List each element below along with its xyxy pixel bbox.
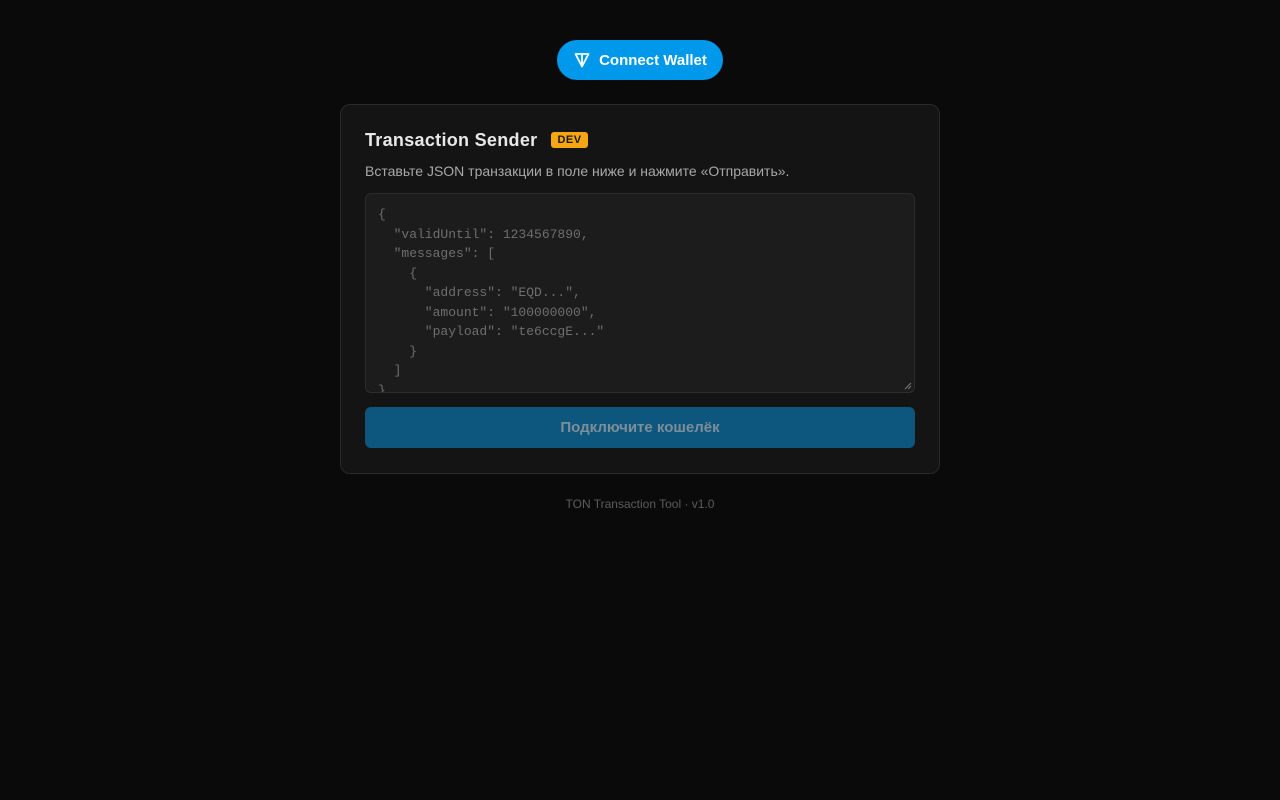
dev-badge: DEV [551,132,588,148]
card-header: Transaction Sender DEV [365,129,915,151]
connect-wallet-label: Connect Wallet [599,51,707,69]
transaction-json-textarea[interactable]: { "validUntil": 1234567890, "messages": … [365,193,915,393]
card-description: Вставьте JSON транзакции в поле ниже и н… [365,163,790,179]
footer-text: TON Transaction Tool · v1.0 [565,497,715,511]
textarea-placeholder: { "validUntil": 1234567890, "messages": … [378,207,605,393]
ton-diamond-icon [573,51,591,69]
resize-grip-icon[interactable] [904,382,912,390]
transaction-sender-card: Transaction Sender DEV Вставьте JSON тра… [340,104,940,474]
connect-wallet-button[interactable]: Connect Wallet [557,40,723,80]
header: Connect Wallet [0,40,1280,80]
submit-button[interactable]: Подключите кошелёк [365,407,915,448]
card-title: Transaction Sender [365,129,538,150]
